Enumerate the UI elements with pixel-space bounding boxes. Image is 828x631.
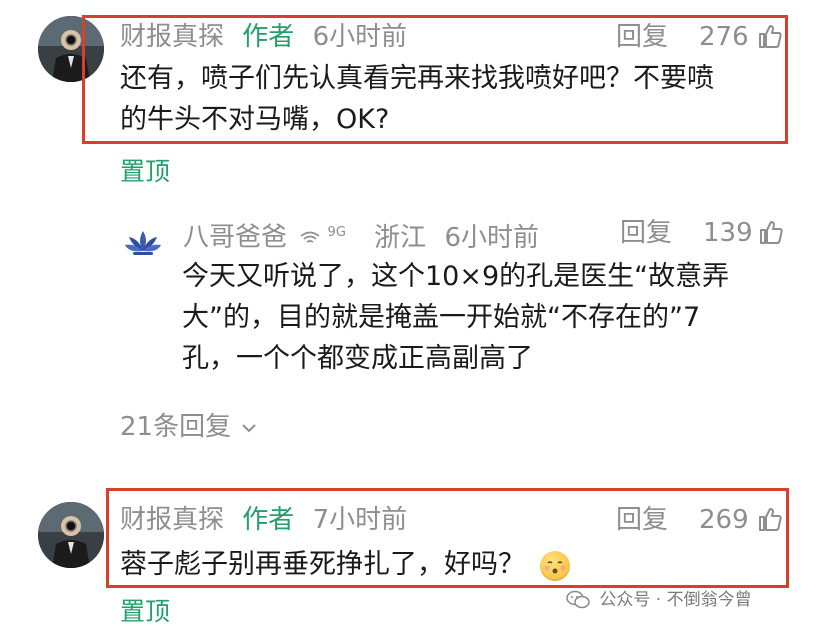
reply-button[interactable]: 回复 bbox=[616, 22, 668, 52]
author-badge: 作者 bbox=[242, 505, 295, 535]
username[interactable]: 财报真探 bbox=[120, 505, 224, 535]
reply-text: 今天又听说了，这个10×9的孔是医生“故意弄 大”的，目的就是掩盖一开始就“不存… bbox=[182, 256, 792, 379]
avatar-photo bbox=[38, 502, 104, 568]
comment-meta: 财报真探 作者 6小时前 bbox=[120, 22, 407, 52]
avatar-author[interactable] bbox=[38, 502, 104, 568]
like-count: 276 bbox=[699, 22, 749, 52]
thumbs-up-icon[interactable] bbox=[757, 506, 783, 532]
comment-text: 还有，喷子们先认真看完再来找我喷好吧？不要喷 的牛头不对马嘴，OK? bbox=[120, 58, 780, 140]
reply-location: 浙江 bbox=[374, 222, 427, 253]
comment-line: 的牛头不对马嘴，OK? bbox=[120, 104, 390, 135]
author-badge: 作者 bbox=[242, 22, 295, 52]
emoji-face-icon bbox=[539, 550, 570, 581]
reply-timestamp: 6小时前 bbox=[444, 222, 539, 253]
comment-text: 蓉子彪子别再垂死挣扎了，好吗？ bbox=[120, 544, 740, 585]
like-count: 139 bbox=[703, 218, 753, 248]
reply-button[interactable]: 回复 bbox=[616, 505, 668, 535]
pinned-label: 置顶 bbox=[120, 597, 171, 626]
watermark: 公众号 · 不倒翁今曾 bbox=[566, 590, 752, 610]
like-count: 269 bbox=[699, 505, 749, 535]
thumbs-up-icon[interactable] bbox=[758, 219, 784, 245]
watermark-text: 公众号 · 不倒翁今曾 bbox=[599, 590, 752, 610]
chevron-down-icon bbox=[242, 423, 257, 432]
comment-line: 还有，喷子们先认真看完再来找我喷好吧？不要喷 bbox=[120, 63, 714, 94]
pinned-label: 置顶 bbox=[120, 157, 171, 186]
more-replies-link[interactable]: 21条回复 bbox=[120, 412, 257, 442]
comment-line: 蓉子彪子别再垂死挣扎了，好吗？ bbox=[120, 549, 525, 580]
timestamp: 6小时前 bbox=[312, 22, 408, 52]
comment-meta: 财报真探 作者 7小时前 bbox=[120, 505, 407, 535]
username[interactable]: 财报真探 bbox=[120, 22, 224, 52]
timestamp: 7小时前 bbox=[312, 505, 408, 535]
lotus-icon[interactable] bbox=[123, 227, 163, 257]
reply-line: 大”的，目的就是掩盖一开始就“不存在的”7 bbox=[182, 302, 701, 333]
network-badge: 9G bbox=[327, 225, 346, 240]
reply-username[interactable]: 八哥爸爸 bbox=[183, 223, 287, 253]
wifi-icon bbox=[300, 231, 320, 243]
reply-line: 孔，一个个都变成正高副高了 bbox=[182, 343, 533, 374]
reply-button[interactable]: 回复 bbox=[620, 218, 672, 248]
reply-meta: 八哥爸爸 9G 浙江 6小时前 bbox=[183, 218, 539, 253]
reply-line: 今天又听说了，这个10×9的孔是医生“故意弄 bbox=[182, 261, 730, 292]
thumbs-up-icon[interactable] bbox=[757, 23, 783, 49]
wechat-icon bbox=[566, 590, 590, 609]
more-replies-label: 21条回复 bbox=[120, 412, 232, 442]
